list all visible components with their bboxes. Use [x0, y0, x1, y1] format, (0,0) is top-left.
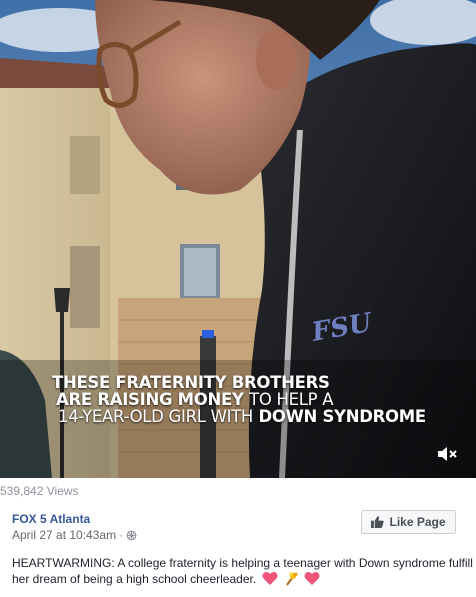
- post-timestamp[interactable]: April 27 at 10:43am: [12, 528, 116, 542]
- video-player[interactable]: FSU THESE FRATERNITY BROTHERS ARE RAISIN…: [0, 0, 476, 478]
- speaker-muted-icon: [438, 447, 457, 461]
- view-count: 539,842 Views: [0, 484, 79, 498]
- globe-privacy-icon[interactable]: [126, 529, 137, 541]
- meta-separator: ·: [119, 528, 124, 542]
- post-meta: April 27 at 10:43am ·: [12, 528, 137, 542]
- caption-word: 14-YEAR-OLD GIRL WITH: [58, 407, 254, 426]
- video-caption: THESE FRATERNITY BROTHERS ARE RAISING MO…: [52, 374, 472, 425]
- heart-emoji-icon: [304, 572, 320, 585]
- caption-line-1: THESE FRATERNITY BROTHERS: [52, 373, 330, 392]
- caption-highlight: DOWN SYNDROME: [258, 407, 427, 426]
- thumbs-up-icon: [371, 516, 385, 528]
- caption-line-2: ARE RAISING MONEY TO HELP A: [52, 391, 472, 408]
- heart-emoji-icon: [262, 572, 277, 585]
- post-body: HEARTWARMING: A college fraternity is he…: [12, 555, 474, 587]
- like-page-button[interactable]: Like Page: [361, 510, 456, 534]
- like-page-label: Like Page: [389, 515, 446, 529]
- caption-line-3: 14-YEAR-OLD GIRL WITH DOWN SYNDROME: [52, 408, 472, 425]
- mute-toggle-button[interactable]: [436, 444, 458, 464]
- post-text: HEARTWARMING: A college fraternity is he…: [12, 556, 473, 586]
- page-name-link[interactable]: FOX 5 Atlanta: [12, 512, 90, 526]
- pom-pom-emoji-icon: [286, 572, 298, 586]
